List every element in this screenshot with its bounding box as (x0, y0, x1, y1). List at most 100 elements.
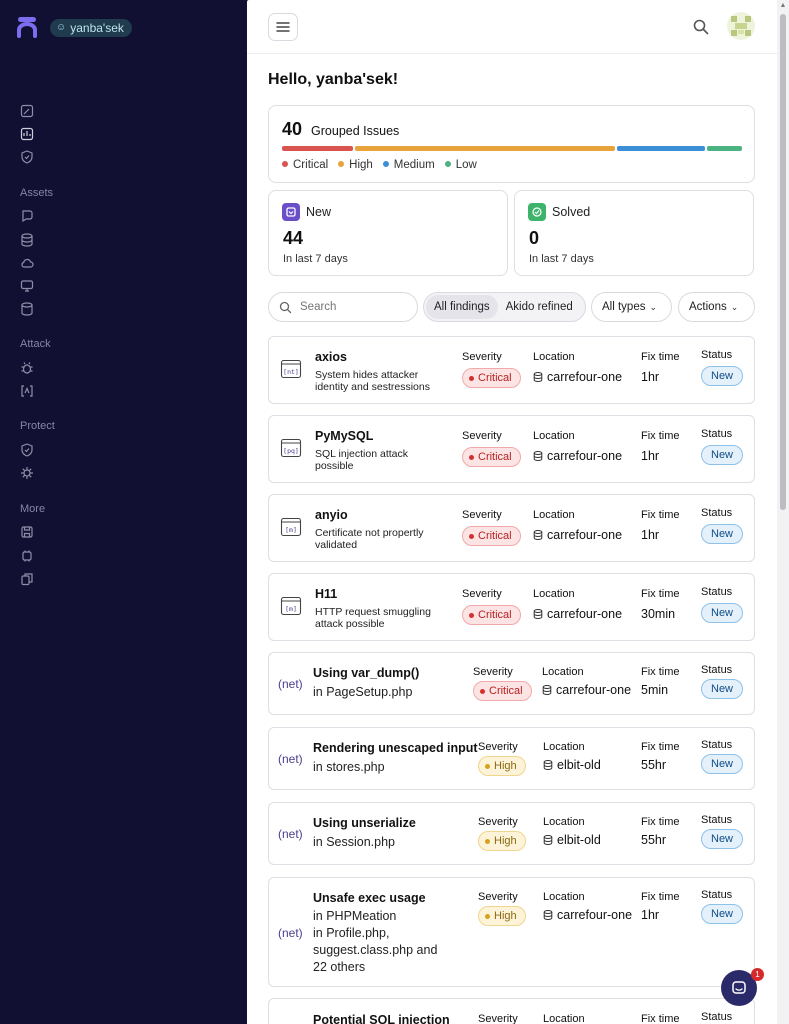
issue-description-line: in Profile.php, (313, 926, 390, 940)
severity-dot-icon (469, 375, 474, 381)
scroll-up-icon[interactable]: ▲ (779, 2, 787, 10)
status-badge[interactable]: New (701, 679, 744, 699)
sidebar-item-storage[interactable] (20, 302, 34, 316)
status-badge[interactable]: New (701, 366, 744, 386)
search-input[interactable] (300, 301, 400, 313)
severity-label: Critical (478, 529, 512, 542)
issue-description-line: suggest.class.php and (313, 943, 438, 957)
types-dropdown-label: All types (602, 301, 646, 313)
table-row[interactable]: [pq] PyMySQL SQL injection attack possible… (268, 415, 755, 483)
status-badge[interactable]: New (701, 603, 744, 623)
sidebar-item-feed[interactable] (20, 104, 34, 118)
chip-icon (22, 550, 32, 562)
table-row[interactable]: [nt] axios System hides attacker identity … (268, 336, 755, 404)
tab-all-findings[interactable]: All findings (426, 295, 498, 319)
database-icon (543, 760, 553, 770)
svg-text:[pq]: [pq] (283, 447, 299, 455)
sidebar-item-api-scan[interactable] (20, 384, 34, 398)
tab-akido-refined[interactable]: Akido refined (498, 295, 581, 319)
sidebar-item-devices[interactable] (20, 279, 34, 293)
severity-badge: Critical (462, 447, 521, 467)
table-row[interactable]: [m] anyio Certificate not propertly valida… (268, 494, 755, 562)
sidebar-item-pentest[interactable] (20, 361, 34, 375)
issue-description: System hides attacker identity and sestr… (315, 369, 430, 393)
legend-item: Critical (282, 159, 328, 171)
app-logo-icon[interactable] (16, 16, 38, 38)
sidebar-item-firewall[interactable] (20, 443, 34, 457)
table-row[interactable]: (net) Rendering unescaped input in stores.… (268, 727, 755, 790)
issue-description: in PageSetup.php (313, 685, 413, 699)
legend-item: High (338, 159, 373, 171)
issues-count: 40 Grouped Issues (282, 119, 399, 140)
fix-time-header: Fix time (641, 1013, 680, 1024)
vertical-scrollbar[interactable]: ▲ (777, 0, 789, 1024)
issue-description-line: in PHPMeation (313, 909, 397, 923)
fix-time-value: 5min (641, 683, 669, 697)
user-avatar[interactable] (727, 12, 755, 40)
legend-dot-icon (282, 160, 288, 167)
legend-label: High (349, 159, 373, 171)
sidebar-item-documents[interactable] (20, 572, 34, 586)
search-icon (279, 301, 292, 313)
table-row[interactable]: (net) Unsafe exec usage in PHPMeation in Pr… (268, 877, 755, 987)
location-header: Location (533, 588, 575, 600)
fix-time-header: Fix time (641, 741, 680, 753)
severity-label: Critical (478, 371, 512, 384)
new-icon (282, 203, 300, 221)
status-badge[interactable]: New (701, 754, 744, 774)
status-badge[interactable]: New (701, 904, 744, 924)
types-dropdown[interactable]: All types ⌄ (591, 292, 672, 322)
solved-issues-card[interactable]: Solved 0 In last 7 days (514, 190, 754, 276)
table-row[interactable]: Potential SQL injection Severity Location F… (268, 998, 755, 1024)
legend-label: Low (455, 159, 477, 171)
package-icon: [pq] (280, 437, 302, 459)
sidebar-section-assets: Assets (20, 187, 54, 199)
new-issues-card[interactable]: New 44 In last 7 days (268, 190, 508, 276)
search-field[interactable] (268, 292, 418, 322)
sidebar-item-dashboard[interactable] (20, 127, 34, 141)
legend-item: Medium (382, 159, 435, 171)
scrollbar-thumb[interactable] (780, 14, 786, 510)
solved-value: 0 (529, 228, 540, 248)
table-row[interactable]: [m] H11 HTTP request smuggling attack poss… (268, 573, 755, 641)
page-greeting: Hello, yanba'sek! (268, 71, 399, 88)
sidebar-item-reports[interactable] (20, 525, 34, 539)
status-header: Status (701, 428, 733, 440)
status-header: Status (701, 739, 733, 751)
chat-icon (732, 981, 746, 994)
severity-badge: High (478, 756, 526, 776)
sidebar-item-repositories[interactable] (20, 209, 34, 223)
menu-button[interactable] (268, 13, 298, 41)
sidebar-item-cloud[interactable] (20, 256, 34, 270)
code-icon: (net) (278, 827, 303, 841)
status-header: Status (701, 1011, 733, 1023)
issue-title: anyio (315, 508, 348, 522)
location-name: carrefour-one (547, 528, 623, 542)
severity-badge: Critical (462, 526, 521, 546)
monitor-icon (20, 280, 34, 292)
table-row[interactable]: (net) Using var_dump() in PageSetup.php Sev… (268, 652, 755, 715)
package-icon: [nt] (280, 358, 302, 380)
actions-dropdown[interactable]: Actions ⌄ (678, 292, 755, 322)
grouped-issues-card[interactable]: 40 Grouped Issues Critical High Medium Low (268, 105, 755, 183)
legend-dot-icon (382, 160, 389, 167)
status-badge[interactable]: New (701, 524, 744, 544)
status-badge[interactable]: New (701, 829, 744, 849)
virus-icon (21, 467, 33, 479)
location-value: elbit-old (543, 833, 601, 847)
severity-header: Severity (478, 816, 518, 828)
sidebar-item-databases[interactable] (20, 233, 34, 247)
status-badge[interactable]: New (701, 445, 744, 465)
location-header: Location (533, 430, 575, 442)
cloud-icon (21, 258, 34, 268)
issues-count-label: Grouped Issues (311, 124, 400, 138)
table-row[interactable]: (net) Using unserialize in Session.php Seve… (268, 802, 755, 865)
severity-label: High (494, 834, 517, 847)
sidebar-item-runtime[interactable] (20, 466, 34, 480)
search-icon[interactable] (692, 18, 710, 36)
sidebar-item-security[interactable] (20, 150, 34, 164)
sidebar-item-integrations[interactable] (20, 549, 34, 563)
workspace-badge[interactable]: ☺ yanba'sek (50, 19, 132, 37)
fix-time-value: 55hr (641, 758, 667, 772)
fix-time-value: 1hr (641, 449, 660, 463)
